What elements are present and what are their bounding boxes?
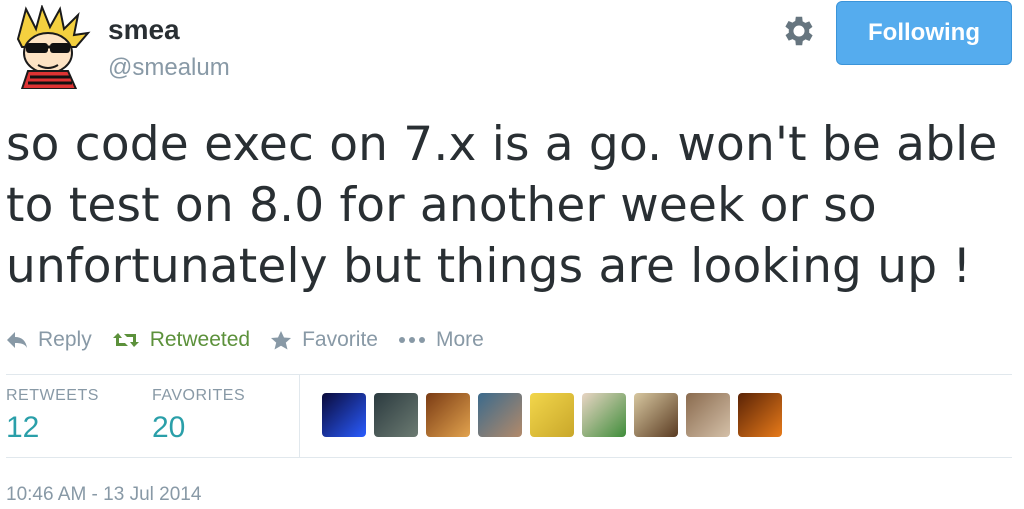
reply-label: Reply: [38, 328, 92, 351]
more-button[interactable]: More: [398, 328, 484, 352]
tweet-text: so code exec on 7.x is a go. won't be ab…: [6, 114, 1006, 297]
group-photo-avatar[interactable]: [478, 393, 522, 437]
more-label: More: [435, 328, 484, 351]
favoriter-avatars: [322, 393, 790, 437]
divider: [299, 375, 300, 457]
ellipsis-icon: [398, 337, 425, 343]
user-avatar[interactable]: [8, 3, 92, 90]
dog-avatar[interactable]: [426, 393, 470, 437]
retweets-count: 12: [6, 411, 40, 444]
orange-avatar[interactable]: [738, 393, 782, 437]
user-handle[interactable]: @smealum: [108, 54, 230, 82]
tweet-line: so code exec on 7.x is a go. won't be ab…: [6, 117, 998, 172]
anime-girl-avatar[interactable]: [634, 393, 678, 437]
retweets-stat[interactable]: RETWEETS 12: [6, 387, 99, 445]
star-icon: [271, 331, 292, 350]
retweet-button[interactable]: Retweeted: [112, 328, 250, 352]
tweet-line: to test on 8.0 for another week or so: [6, 178, 877, 233]
favorites-count: 20: [152, 411, 186, 444]
calvin-avatar-icon: [16, 3, 91, 90]
favorites-stat[interactable]: FAVORITES 20: [152, 387, 245, 445]
tweet-line: unfortunately but things are looking up …: [6, 239, 972, 294]
tweet-timestamp[interactable]: 10:46 AM - 13 Jul 2014: [6, 484, 201, 506]
favorites-label: FAVORITES: [152, 387, 246, 404]
sepia-portrait-avatar[interactable]: [686, 393, 730, 437]
dark-portrait-avatar[interactable]: [374, 393, 418, 437]
retweet-label: Retweeted: [149, 328, 251, 351]
gear-icon[interactable]: [780, 12, 818, 50]
meme-face-avatar[interactable]: [530, 393, 574, 437]
divider: [6, 457, 1012, 458]
reply-button[interactable]: Reply: [6, 328, 92, 352]
tweet-actions: Reply Retweeted Favorite More: [6, 325, 504, 355]
green-shirt-avatar[interactable]: [582, 393, 626, 437]
retweets-label: RETWEETS: [6, 387, 99, 404]
favorite-label: Favorite: [302, 328, 378, 351]
reply-icon: [7, 332, 27, 348]
tweet-stats: RETWEETS 12 FAVORITES 20: [6, 375, 1012, 457]
favorite-button[interactable]: Favorite: [270, 328, 378, 352]
retweet-icon: [112, 333, 139, 347]
night-lights-avatar[interactable]: [322, 393, 366, 437]
following-button[interactable]: Following: [836, 1, 1012, 65]
user-display-name[interactable]: smea: [108, 14, 180, 46]
